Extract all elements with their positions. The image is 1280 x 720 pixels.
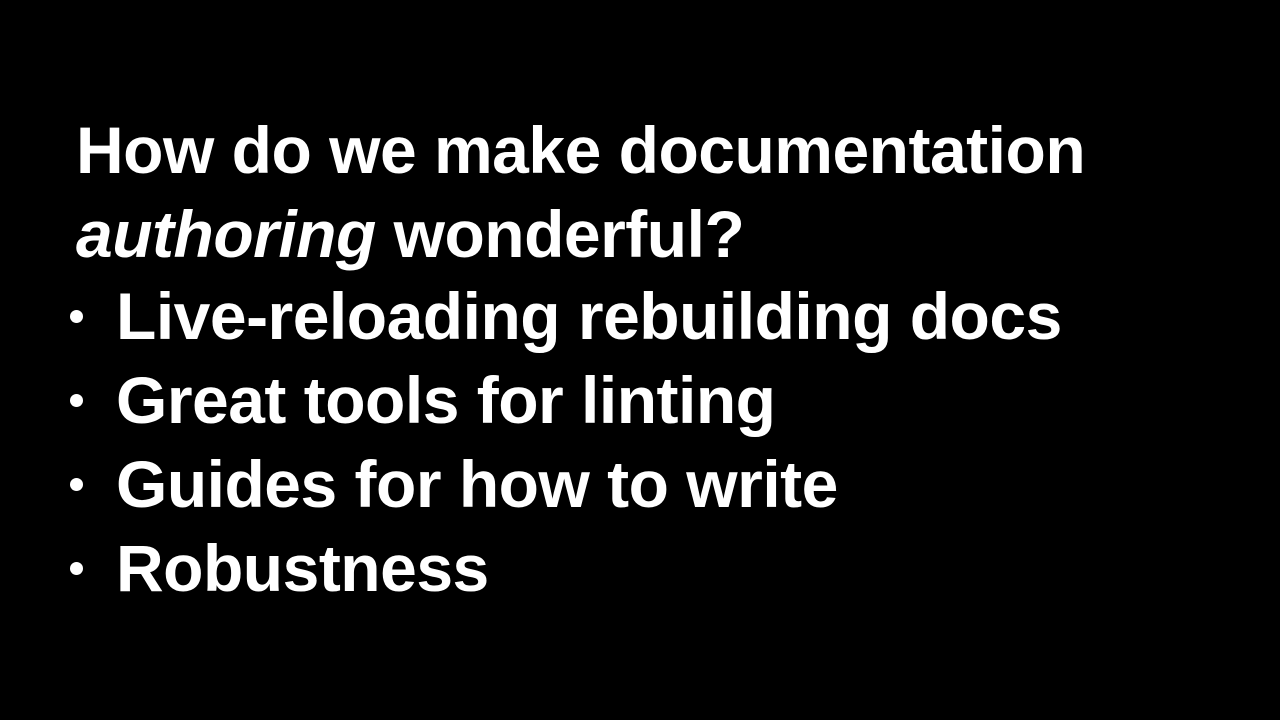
slide: How do we make documentation authoring w… bbox=[0, 0, 1280, 720]
list-item: Live-reloading rebuilding docs bbox=[70, 274, 1062, 358]
bullet-list: Live-reloading rebuilding docs Great too… bbox=[70, 274, 1062, 610]
bullet-text: Robustness bbox=[116, 531, 489, 605]
bullet-text: Great tools for linting bbox=[116, 363, 776, 437]
bullet-icon bbox=[70, 477, 83, 491]
list-item: Robustness bbox=[70, 526, 1062, 610]
title-line-1: How do we make documentation bbox=[76, 113, 1086, 187]
list-item: Guides for how to write bbox=[70, 442, 1062, 526]
slide-title: How do we make documentation authoring w… bbox=[76, 108, 1086, 276]
bullet-text: Live-reloading rebuilding docs bbox=[116, 279, 1062, 353]
title-line-2: authoring wonderful? bbox=[76, 192, 1085, 276]
list-item: Great tools for linting bbox=[70, 358, 1062, 442]
bullet-icon bbox=[70, 393, 83, 407]
title-line-2-rest: wonderful? bbox=[375, 197, 745, 271]
bullet-icon bbox=[70, 561, 83, 575]
bullet-text: Guides for how to write bbox=[116, 447, 838, 521]
bullet-icon bbox=[70, 309, 83, 323]
title-emphasis: authoring bbox=[76, 197, 376, 271]
